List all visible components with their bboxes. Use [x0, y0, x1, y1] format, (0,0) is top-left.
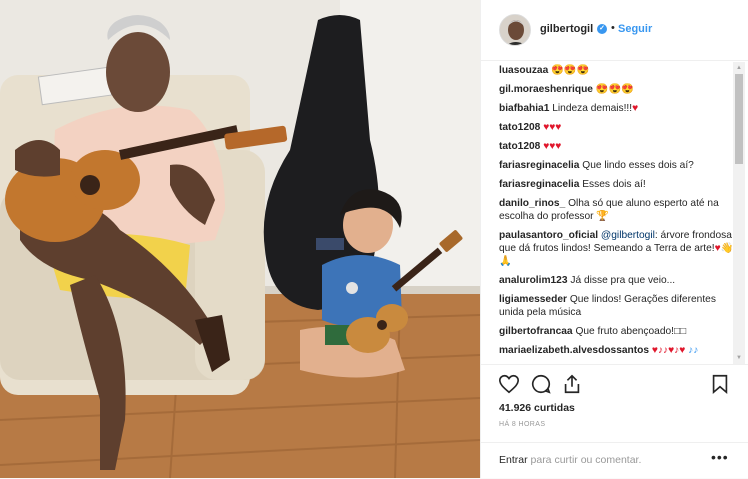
comment-username[interactable]: gilbertofrancaa: [499, 326, 573, 337]
heart-emoji-icon: ♥♥♥: [543, 141, 562, 152]
comment-item: fariasreginacelia Esses dois aí!: [499, 178, 734, 191]
comment-item: paulasantoro_oficial @gilbertogil: árvor…: [499, 229, 734, 268]
comment-bubble-icon[interactable]: [530, 373, 552, 395]
comment-text: Que fruto abençoado!: [575, 326, 675, 337]
verified-badge-icon: ✓: [597, 24, 607, 34]
comment-item: analurolim123 Já disse pra que veio...: [499, 274, 734, 287]
comment-text: Lindeza demais!!!: [552, 103, 633, 114]
comment-item: gilbertofrancaa Que fruto abençoado!□□: [499, 325, 734, 338]
comment-username[interactable]: mariaelizabeth.alvesdossantos: [499, 345, 649, 356]
comment-item: tato1208 ♥♥♥: [499, 121, 734, 134]
heart-outline-icon[interactable]: [498, 373, 520, 395]
comments-list[interactable]: luasouzaa 😍😍😍 gil.moraeshenrique 😍😍😍 bia…: [481, 62, 734, 364]
comment-item: gil.moraeshenrique 😍😍😍: [499, 83, 734, 96]
post-header: gilbertogil ✓ • Seguir: [481, 0, 748, 61]
comment-item: tato1208 ♥♥♥: [499, 140, 734, 153]
comment-username[interactable]: analurolim123: [499, 275, 568, 286]
emoji: 😍😍😍: [551, 65, 590, 76]
comment-username[interactable]: tato1208: [499, 141, 540, 152]
comment-username[interactable]: paulasantoro_oficial: [499, 230, 598, 241]
comment-username[interactable]: biafbahia1: [499, 103, 549, 114]
photo-illustration: [0, 0, 480, 478]
mention-link[interactable]: @gilbertogil: [601, 230, 655, 241]
trophy-emoji-icon: 🏆: [596, 211, 610, 222]
comment-username[interactable]: luasouzaa: [499, 65, 548, 76]
comment-username[interactable]: tato1208: [499, 122, 540, 133]
scroll-thumb[interactable]: [735, 74, 743, 164]
unknown-glyph-icon: □□: [674, 326, 687, 337]
follow-button[interactable]: Seguir: [618, 23, 652, 35]
login-line: Entrar para curtir ou comentar.: [499, 454, 641, 466]
separator-dot: •: [611, 22, 615, 34]
post-details-panel: gilbertogil ✓ • Seguir luasouzaa 😍😍😍 gil…: [480, 0, 748, 478]
post-photo[interactable]: [0, 0, 480, 478]
comment-username[interactable]: fariasreginacelia: [499, 179, 579, 190]
share-icon[interactable]: [561, 373, 583, 395]
post-timestamp: HÁ 8 HORAS: [499, 421, 546, 428]
comment-text: Esses dois aí!: [582, 179, 646, 190]
comment-item: biafbahia1 Lindeza demais!!!♥: [499, 102, 734, 115]
login-link[interactable]: Entrar: [499, 454, 528, 466]
heart-notes-emoji-icon: ♥♪♪♥♪♥: [651, 345, 686, 356]
instagram-post: gilbertogil ✓ • Seguir luasouzaa 😍😍😍 gil…: [0, 0, 748, 478]
heart-emoji-icon: ♥: [632, 103, 639, 114]
comment-item: danilo_rinos_ Olha só que aluno esperto …: [499, 197, 734, 223]
login-text: para curtir ou comentar.: [527, 454, 642, 466]
comment-item: luasouzaa 😍😍😍: [499, 64, 734, 77]
login-prompt: Entrar para curtir ou comentar. •••: [481, 442, 748, 479]
avatar[interactable]: [499, 14, 531, 46]
emoji: 😍😍😍: [595, 84, 634, 95]
comments-scrollbar[interactable]: ▲ ▼: [733, 62, 745, 364]
comment-text: Que lindo esses dois aí?: [582, 160, 694, 171]
comment-item: fariasreginacelia Que lindo esses dois a…: [499, 159, 734, 172]
comment-item: mariaelizabeth.alvesdossantos ♥♪♪♥♪♥ ♪♪: [499, 344, 734, 357]
comment-username[interactable]: ligiamesseder: [499, 294, 567, 305]
heart-emoji-icon: ♥♥♥: [543, 122, 562, 133]
username[interactable]: gilbertogil: [540, 23, 593, 35]
scroll-up-arrow-icon[interactable]: ▲: [733, 62, 745, 74]
comment-username[interactable]: danilo_rinos_: [499, 198, 565, 209]
scroll-down-arrow-icon[interactable]: ▼: [733, 352, 745, 364]
bookmark-icon[interactable]: [709, 373, 731, 395]
comment-text: Já disse pra que veio...: [570, 275, 676, 286]
music-notes-icon: ♪♪: [688, 345, 699, 356]
comment-username[interactable]: fariasreginacelia: [499, 160, 579, 171]
more-options-icon[interactable]: •••: [711, 449, 729, 465]
comment-username[interactable]: gil.moraeshenrique: [499, 84, 593, 95]
post-actions: 41.926 curtidas HÁ 8 HORAS Entrar para c…: [481, 364, 748, 478]
comment-item: ligiamesseder Que lindos! Gerações difer…: [499, 293, 734, 319]
likes-count[interactable]: 41.926 curtidas: [499, 402, 575, 414]
